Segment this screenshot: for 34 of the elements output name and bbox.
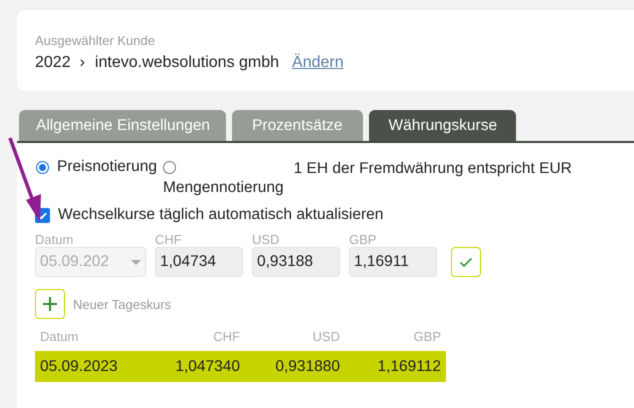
table-row[interactable]: 05.09.2023 1,047340 0,931880 1,169112 — [35, 351, 446, 382]
change-link[interactable]: Ändern — [292, 54, 344, 72]
input-field[interactable]: 1,04734 — [155, 247, 243, 277]
add-button[interactable] — [35, 289, 65, 319]
input-field[interactable]: 1,16911 — [349, 247, 437, 277]
radio-label[interactable]: Mengennotierung — [162, 178, 284, 198]
table-cell-text: 1,169112 — [376, 358, 442, 376]
column-header: Datum — [39, 329, 80, 344]
table-cell-text: 1,047340 — [174, 358, 241, 376]
customer-name: intevo.websolutions gmbh — [94, 54, 280, 72]
field-label: USD — [252, 232, 280, 247]
column-header: USD — [312, 329, 341, 344]
customer-label: Ausgewählter Kunde — [35, 33, 156, 48]
caret-icon — [131, 260, 141, 264]
input-field[interactable]: 0,93188 — [252, 247, 340, 277]
table-cell-text: 0,931880 — [274, 358, 341, 376]
radio-button[interactable] — [162, 161, 176, 174]
notation-description: 1 EH der Fremdwährung entspricht EUR — [294, 159, 573, 179]
date-select: 05.09.202 — [35, 247, 146, 277]
breadcrumb-separator: › — [80, 54, 85, 72]
radio-label[interactable]: Preisnotierung — [57, 157, 157, 177]
tab[interactable]: Währungskurse — [368, 110, 516, 141]
column-header: CHF — [212, 329, 241, 344]
column-header: GBP — [412, 329, 442, 344]
add-label: Neuer Tageskurs — [73, 296, 172, 312]
field-label: Datum — [35, 232, 74, 247]
plus-icon — [41, 295, 59, 313]
year-text: 2022 — [35, 54, 71, 72]
field-label: CHF — [155, 232, 183, 247]
radio-button[interactable] — [36, 161, 49, 174]
checkbox-label[interactable]: Wechselkurse täglich automatisch aktualisieren — [58, 206, 384, 224]
field-label: GBP — [349, 232, 378, 247]
confirm-button[interactable] — [451, 247, 481, 277]
table-cell-text: 05.09.2023 — [39, 358, 119, 376]
